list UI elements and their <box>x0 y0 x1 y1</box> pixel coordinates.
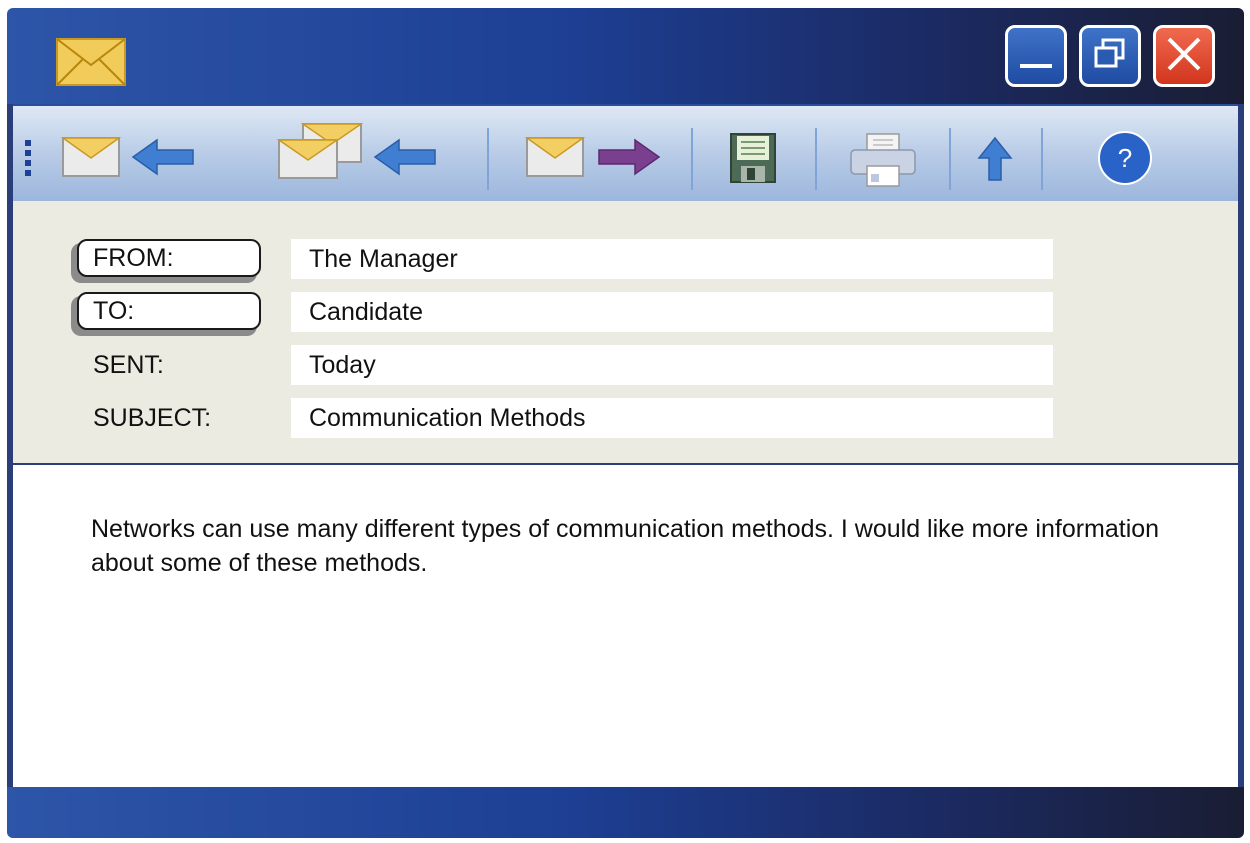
reply-all-button[interactable] <box>275 118 445 187</box>
toolbar-grip[interactable] <box>25 140 31 176</box>
restore-icon <box>1090 34 1130 79</box>
forward-button[interactable] <box>524 132 665 187</box>
printer-icon <box>849 133 917 192</box>
minimize-icon <box>1016 34 1056 79</box>
close-button[interactable] <box>1153 25 1215 87</box>
up-arrow-icon <box>977 136 1013 186</box>
sent-label: SENT: <box>93 351 164 379</box>
reply-button[interactable] <box>60 132 201 187</box>
svg-text:?: ? <box>1118 143 1132 173</box>
to-button[interactable]: TO: <box>71 292 261 336</box>
subject-field[interactable]: Communication Methods <box>291 398 1053 438</box>
floppy-disk-icon <box>729 133 777 188</box>
from-field[interactable]: The Manager <box>291 239 1053 279</box>
toolbar-separator <box>1041 128 1043 190</box>
toolbar-separator <box>949 128 951 190</box>
status-bar <box>7 787 1244 838</box>
reply-all-icon <box>275 123 445 186</box>
toolbar-separator <box>691 128 693 190</box>
toolbar-separator <box>815 128 817 190</box>
save-button[interactable] <box>729 132 777 189</box>
reply-icon <box>60 137 201 186</box>
from-button[interactable]: FROM: <box>71 239 261 283</box>
envelope-icon <box>55 37 127 92</box>
subject-label: SUBJECT: <box>93 404 212 432</box>
upload-button[interactable] <box>977 136 1013 187</box>
help-button[interactable]: ? <box>1097 130 1153 191</box>
title-bar <box>7 8 1244 104</box>
from-label: FROM: <box>77 239 261 277</box>
message-header: FROM: The Manager TO: Candidate SENT: To… <box>13 201 1238 465</box>
window-border-right <box>1238 104 1244 787</box>
minimize-button[interactable] <box>1005 25 1067 87</box>
restore-button[interactable] <box>1079 25 1141 87</box>
help-icon: ? <box>1097 131 1153 190</box>
toolbar: ? <box>7 104 1244 201</box>
print-button[interactable] <box>849 132 917 193</box>
message-body[interactable]: Networks can use many different types of… <box>91 512 1191 580</box>
forward-icon <box>524 137 665 186</box>
close-icon <box>1164 34 1204 79</box>
email-window: ? FROM: The Manager TO: Candidate SENT: … <box>7 8 1244 838</box>
to-label: TO: <box>77 292 261 330</box>
toolbar-separator <box>487 128 489 190</box>
sent-field[interactable]: Today <box>291 345 1053 385</box>
to-field[interactable]: Candidate <box>291 292 1053 332</box>
